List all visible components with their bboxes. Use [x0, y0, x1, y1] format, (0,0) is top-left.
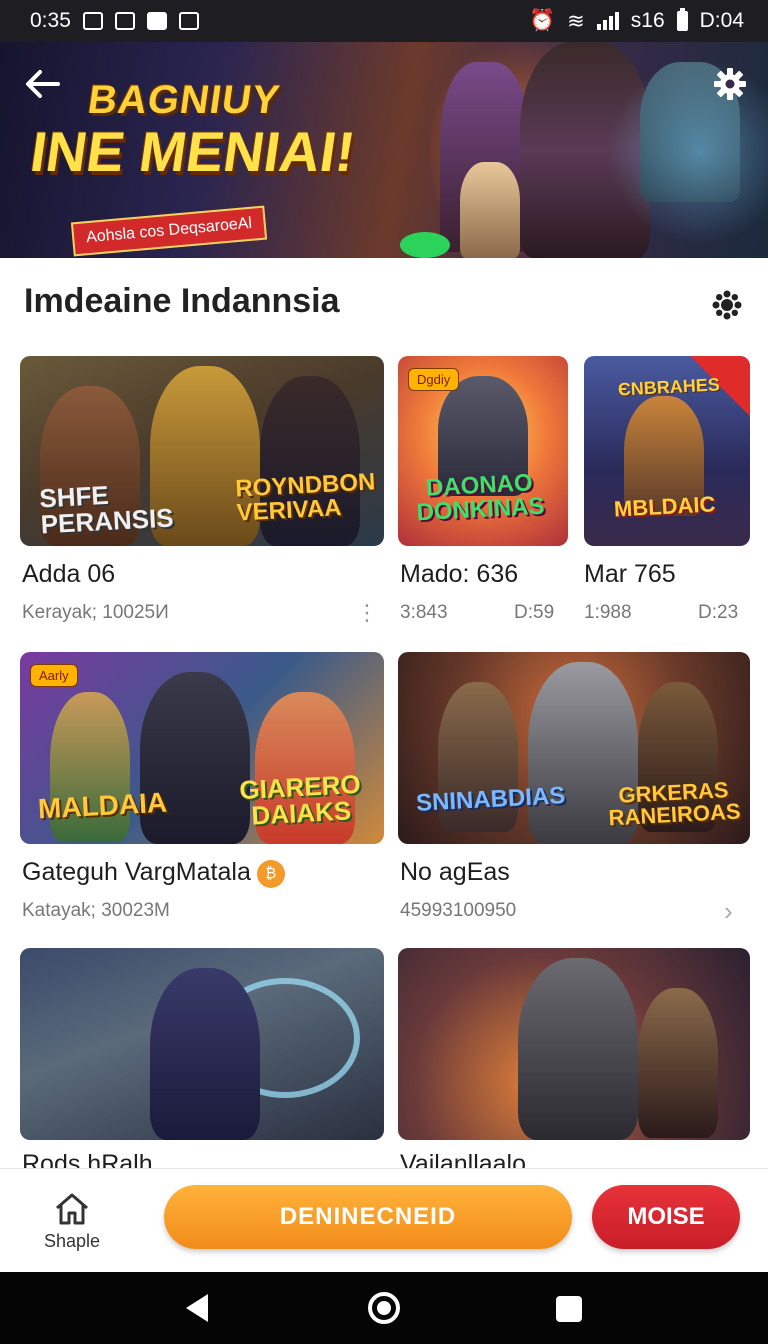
arrow-left-icon: [26, 70, 60, 98]
nav-recents-icon[interactable]: [556, 1296, 582, 1322]
game-art-title: MBLDAIC: [613, 491, 716, 522]
more-options-icon[interactable]: ⋮: [356, 602, 378, 624]
banner-title-line1: BAGNIUY: [85, 78, 283, 122]
card-title-text: Gateguh VargMatala: [22, 858, 251, 886]
game-thumbnail[interactable]: [20, 948, 384, 1140]
section-settings-button[interactable]: [712, 290, 742, 320]
card-meta-left: 3:843: [400, 602, 448, 623]
game-art-title: MALDAIA: [37, 786, 168, 825]
game-badge: Aarly: [30, 664, 78, 687]
section-title: Imdeaine Indannsia: [24, 282, 340, 320]
character-image: [150, 968, 260, 1140]
system-navigation-bar: [0, 1272, 768, 1344]
play-notification-icon: [146, 12, 167, 30]
banner-title-line2: INE MENIAI!: [26, 120, 360, 183]
game-art-title: GIARERO DAIAKS: [238, 768, 362, 831]
game-badge: Dgdiy: [408, 368, 460, 391]
game-thumbnail[interactable]: Aarly MALDAIA GIARERO DAIAKS: [20, 652, 384, 844]
bottom-action-bar: Shaple DENINECNEID MOISE: [0, 1168, 768, 1272]
hero-banner[interactable]: BAGNIUY INE MENIAI! Aohsla cos DeqsaroeA…: [0, 42, 768, 258]
card-title[interactable]: Rods hRalh: [22, 1150, 153, 1168]
notification-icon: [82, 12, 103, 30]
home-label: Shaple: [43, 1231, 101, 1251]
alarm-icon: ⏰: [529, 9, 556, 32]
home-icon: [56, 1193, 88, 1225]
photo-notification-icon: [114, 12, 135, 30]
signal-icon: [596, 12, 619, 30]
card-title[interactable]: Gateguh VargMatala ₿: [22, 858, 285, 888]
game-art-title: ROYNDBON VERIVAA: [234, 468, 376, 527]
game-thumbnail[interactable]: SHFE PERANSIS ROYNDBON VERIVAA: [20, 356, 384, 546]
card-title[interactable]: Mar 765: [584, 560, 676, 589]
hero-item-image: [400, 232, 450, 258]
card-subtitle: 45993100950: [400, 900, 517, 921]
game-thumbnail[interactable]: Dgdiy DAONAO DONKINAS: [398, 356, 568, 546]
game-thumbnail[interactable]: ЄNBRAHES MBLDAIC: [584, 356, 750, 546]
battery-time: D:04: [699, 9, 744, 32]
secondary-action-button[interactable]: MOISE: [592, 1185, 740, 1249]
gear-icon: [712, 290, 742, 320]
nav-home-icon[interactable]: [368, 1292, 400, 1324]
hero-character-image: [520, 42, 650, 258]
game-art-title: DAONAO DONKINAS: [415, 469, 546, 527]
primary-action-button[interactable]: DENINECNEID: [164, 1185, 572, 1249]
character-image: [638, 988, 718, 1138]
game-thumbnail[interactable]: SNINABDIAS GRKERAS RANEIROAS: [398, 652, 750, 844]
battery-icon: [676, 8, 688, 31]
wifi-icon: ≋: [567, 9, 585, 33]
card-meta-left: 1:988: [584, 602, 632, 623]
back-button[interactable]: [22, 64, 66, 104]
game-art-title: GRKERAS RANEIROAS: [607, 777, 742, 831]
card-title[interactable]: No agEas: [400, 858, 510, 887]
gear-icon: [714, 68, 746, 100]
card-meta-right: D:59: [514, 602, 555, 623]
game-art-title: SHFE PERANSIS: [38, 479, 175, 540]
chevron-right-icon[interactable]: ›: [724, 896, 733, 927]
coin-icon: ₿: [256, 860, 285, 888]
banner-tagline: Aohsla cos DeqsaroeAl: [70, 205, 268, 257]
nav-back-icon[interactable]: [186, 1294, 208, 1322]
card-subtitle: Katayak; 30023M: [22, 900, 170, 921]
status-bar: 0:35 ⏰ ≋ s16 D:04: [0, 0, 768, 42]
settings-button[interactable]: [712, 66, 748, 102]
card-title[interactable]: Mado: 636: [400, 560, 518, 589]
card-meta-right: D:23: [698, 602, 739, 623]
character-image: [518, 958, 638, 1140]
clock: 0:35: [30, 9, 71, 32]
banner-title: BAGNIUY INE MENIAI!: [27, 78, 365, 184]
app-notification-icon: [178, 12, 199, 30]
carrier-label: s16: [630, 9, 665, 32]
game-thumbnail[interactable]: [398, 948, 750, 1140]
hero-character-image: [460, 162, 520, 258]
card-title[interactable]: Adda 06: [22, 560, 115, 589]
card-subtitle: Kerayak; 10025И: [22, 602, 169, 623]
home-button[interactable]: Shaple: [36, 1187, 108, 1257]
card-title[interactable]: Vailanllaalo: [400, 1150, 526, 1168]
